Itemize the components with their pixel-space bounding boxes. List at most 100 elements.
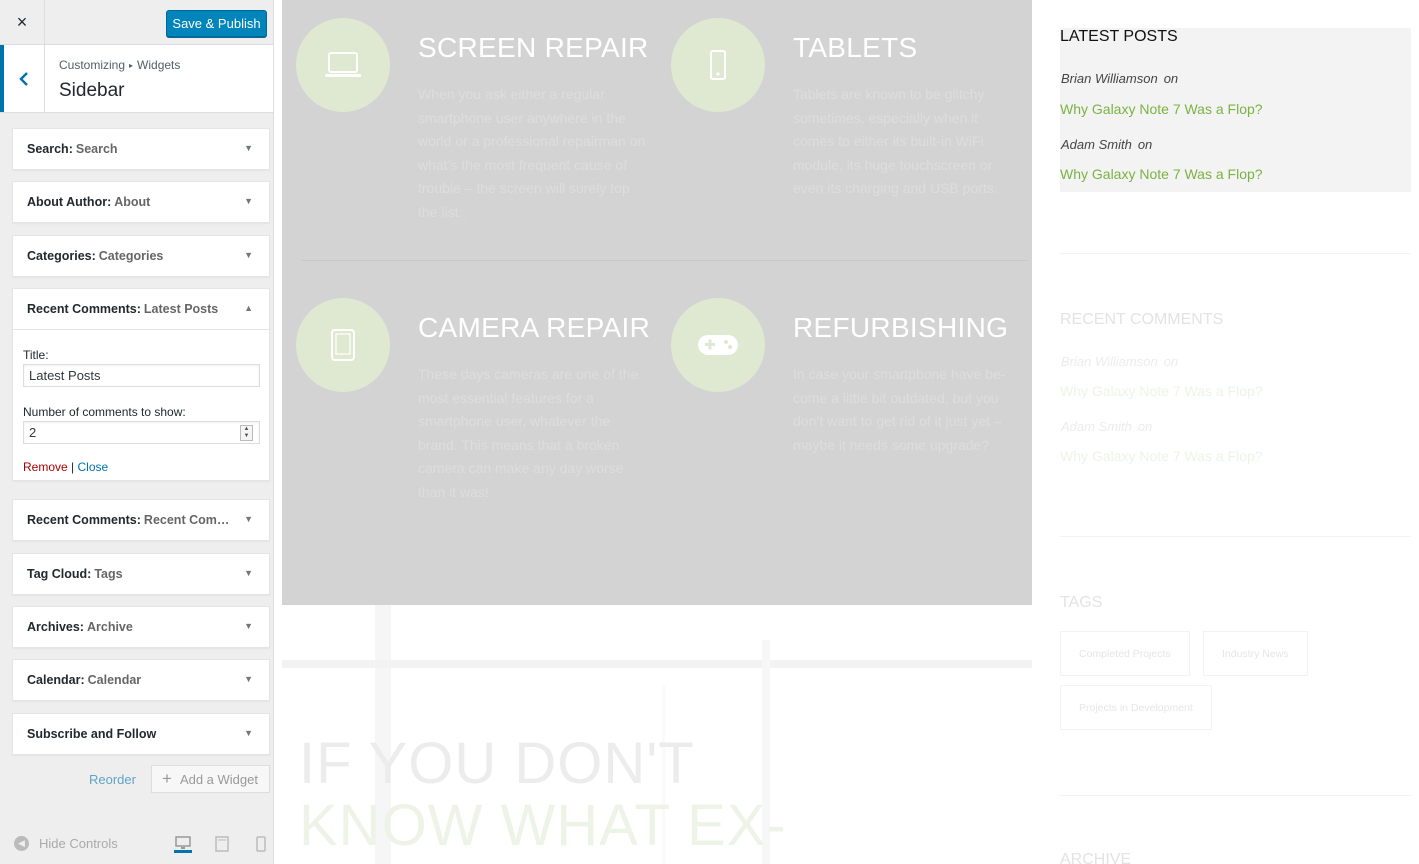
widget-separator [1060,795,1411,796]
caret-down-icon[interactable]: ▼ [244,250,253,260]
caret-down-icon[interactable]: ▼ [244,674,253,684]
breadcrumb: Customizing ▸ Widgets [59,58,180,72]
post-link[interactable]: Why Galaxy Note 7 Was a Flop? [1060,383,1263,399]
widget-search[interactable]: Search: Search ▼ [12,128,270,170]
caret-down-icon[interactable]: ▼ [244,196,253,206]
widget-title: Archive [86,620,133,634]
caret-down-icon[interactable]: ▼ [244,143,253,153]
service-title: REFURBISHING [793,312,1009,343]
tag-pill[interactable]: Completed Projects [1060,631,1190,676]
add-widget-button[interactable]: + Add a Widget [151,765,270,793]
save-publish-button[interactable]: Save & Publish [166,10,267,37]
widget-separator [1060,536,1411,537]
customizer-header: × Save & Publish [0,0,273,45]
widget-categories[interactable]: Categories: Categories ▼ [12,235,270,277]
stepper-arrows-icon[interactable]: ▲ ▼ [240,425,253,441]
author-name: Adam Smith [1061,137,1132,152]
widget-header[interactable]: About Author: About ▼ [13,182,269,222]
site-preview: SCREEN REPAIR When you ask either a regu… [275,0,1419,864]
section-divider [302,260,1027,261]
tags-title: TAGS [1060,594,1103,611]
smartphone-icon [671,18,765,112]
widget-title: Tags [94,567,123,581]
widget-header[interactable]: Recent Comments: Latest Posts ▲ [13,289,269,329]
mobile-preview-icon[interactable] [252,835,270,853]
count-value: 2 [29,425,37,440]
widget-header[interactable]: Search: Search ▼ [13,129,269,169]
count-stepper[interactable]: 2 ▲ ▼ [23,421,260,444]
hide-controls-label: Hide Controls [39,836,118,851]
widget-recent-comments[interactable]: Recent Comments: Recent Com… ▼ [12,499,270,541]
chevron-left-icon [19,71,28,86]
widget-archives[interactable]: Archives: Archive ▼ [12,606,270,648]
widget-subscribe-follow[interactable]: Subscribe and Follow ▼ [12,713,270,755]
comment-author: Adam Smith on [1061,137,1152,152]
widget-title: Latest Posts [143,302,219,316]
widget-calendar[interactable]: Calendar: Calendar ▼ [12,659,270,701]
tablet-preview-icon[interactable] [213,835,231,853]
on-label: on [1137,419,1153,434]
section-title: Sidebar [59,80,125,101]
tag-pill[interactable]: Projects in Development [1060,685,1212,730]
service-title: TABLETS [793,32,918,63]
services-section: SCREEN REPAIR When you ask either a regu… [282,0,1032,605]
close-link[interactable]: Close [78,460,109,474]
back-button[interactable] [0,45,45,112]
widget-header[interactable]: Recent Comments: Recent Com… ▼ [13,500,269,540]
on-label: on [1137,137,1153,152]
widget-header[interactable]: Subscribe and Follow ▼ [13,714,269,754]
add-widget-label: Add a Widget [179,771,258,787]
post-link[interactable]: Why Galaxy Note 7 Was a Flop? [1060,166,1263,182]
remove-link[interactable]: Remove [23,460,68,474]
post-link[interactable]: Why Galaxy Note 7 Was a Flop? [1060,101,1263,117]
service-text: When you ask either a regular smartphone… [418,86,646,220]
author-name: Brian Williamson [1061,354,1158,369]
on-label: on [1163,354,1179,369]
comment-author: Adam Smith on [1061,419,1152,434]
widget-type: Categories: [27,249,96,263]
caret-down-icon[interactable]: ▼ [244,621,253,631]
breadcrumb-separator: ▸ [129,61,134,70]
widget-title: Recent Com… [143,513,230,527]
widget-title: Categories [98,249,164,263]
widget-type: Recent Comments: [27,302,141,316]
headline-line-1: IF YOU DON'T [299,731,695,796]
widget-tag-cloud[interactable]: Tag Cloud: Tags ▼ [12,553,270,595]
close-icon[interactable]: × [0,0,45,45]
widget-type: Archives: [27,620,84,634]
widget-header[interactable]: Archives: Archive ▼ [13,607,269,647]
count-field-label: Number of comments to show: [23,405,186,419]
section-header: Customizing ▸ Widgets Sidebar [0,45,273,113]
widget-header[interactable]: Tag Cloud: Tags ▼ [13,554,269,594]
widget-type: Subscribe and Follow [27,727,157,741]
arrow-left-circle-icon: ◀ [14,836,29,851]
caret-down-icon[interactable]: ▼ [244,514,253,524]
desktop-preview-icon[interactable] [174,835,192,853]
reorder-link[interactable]: Reorder [89,772,136,787]
widget-recent-comments-expanded[interactable]: Recent Comments: Latest Posts ▲ Title: La… [12,288,270,481]
widget-header[interactable]: Calendar: Calendar ▼ [13,660,269,700]
post-link[interactable]: Why Galaxy Note 7 Was a Flop? [1060,448,1263,464]
widget-form: Title: Latest Posts Number of comments t… [13,329,269,480]
widget-type: Tag Cloud: [27,567,92,581]
customizer-panel: × Save & Publish Customizing ▸ Widgets Sid… [0,0,274,864]
recent-comments-title: RECENT COMMENTS [1060,311,1224,328]
caret-down-icon[interactable]: ▼ [244,728,253,738]
title-field-label: Title: [23,348,49,362]
widget-title: About [114,195,151,209]
author-name: Brian Williamson [1061,71,1158,86]
title-field[interactable]: Latest Posts [23,364,260,387]
service-text: These days cameras are one of the most e… [418,366,639,500]
hide-controls-button[interactable]: ◀ Hide Controls [14,836,118,851]
service-text: In case your smartphone have be-come a l… [793,366,1006,453]
tag-pill[interactable]: Industry News [1203,631,1308,676]
widget-type: Calendar: [27,673,85,687]
gamepad-icon [671,298,765,392]
breadcrumb-leaf: Widgets [137,58,181,72]
caret-up-icon[interactable]: ▲ [244,303,253,313]
service-title: SCREEN REPAIR [418,32,649,63]
caret-down-icon[interactable]: ▼ [244,568,253,578]
service-title: CAMERA REPAIR [418,312,651,343]
widget-header[interactable]: Categories: Categories ▼ [13,236,269,276]
widget-about-author[interactable]: About Author: About ▼ [12,181,270,223]
